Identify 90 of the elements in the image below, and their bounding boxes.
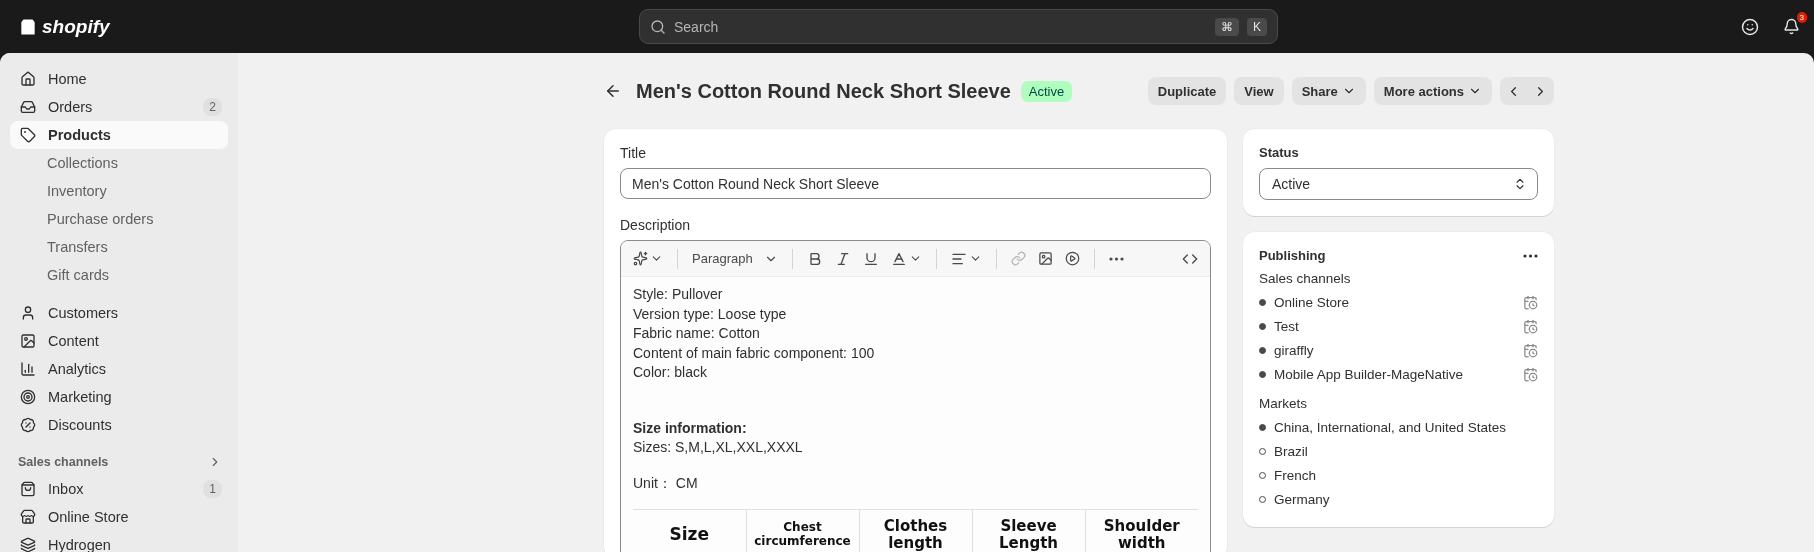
nav-subitem[interactable]: Purchase orders	[10, 205, 228, 233]
nav-item[interactable]: Discounts	[10, 411, 228, 439]
action-button[interactable]: More actions	[1373, 77, 1492, 105]
page-title: Men's Cotton Round Neck Short Sleeve	[636, 79, 1011, 103]
description-text: Sizes: S,M,L,XL,XXL,XXXL	[633, 438, 804, 457]
nav-item[interactable]: Content	[10, 327, 228, 355]
image-icon	[1038, 251, 1053, 266]
nav-item[interactable]: Home	[10, 65, 228, 93]
channel-icon	[20, 537, 36, 552]
channel-name: giraffly	[1274, 342, 1315, 358]
nav-item[interactable]: Inbox 1	[10, 475, 228, 503]
market-name: China, International, and United States	[1274, 419, 1507, 435]
market-name: Germany	[1274, 491, 1331, 507]
nav-item[interactable]: Marketing	[10, 383, 228, 411]
table-header: Size	[633, 509, 746, 552]
table-header: Clothes length	[859, 509, 972, 552]
field-label: Description	[620, 217, 692, 233]
notification-count: 3	[1796, 12, 1807, 23]
shortcut-key: K	[1247, 17, 1267, 36]
count-badge: 1	[203, 480, 222, 498]
nav-icon	[20, 417, 36, 433]
nav-icon	[20, 333, 36, 349]
schedule-icon[interactable]	[1523, 318, 1538, 334]
nav-icon	[20, 389, 36, 405]
nav-subitem[interactable]: Collections	[10, 149, 228, 177]
text-color-icon	[891, 250, 907, 267]
more-icon	[1109, 256, 1124, 261]
nav-item[interactable]: Orders 2	[10, 93, 228, 121]
section-heading: Size information:	[633, 418, 748, 438]
play-icon	[1065, 251, 1080, 266]
nav-subitem[interactable]: Inventory	[10, 177, 228, 205]
schedule-icon[interactable]	[1523, 366, 1538, 382]
nav-icon	[20, 361, 36, 377]
nav-icon	[20, 99, 36, 115]
search-field[interactable]: Search ⌘ K	[639, 9, 1278, 44]
link-icon	[1011, 251, 1026, 266]
table-header: Chest circumference	[746, 509, 859, 552]
card-title: Publishing	[1259, 248, 1326, 263]
nav-item[interactable]: Customers	[10, 299, 228, 327]
video-button[interactable]	[1063, 249, 1082, 268]
description-text: Color: black	[633, 363, 708, 382]
description-text: Fabric name: Cotton	[633, 324, 761, 343]
nav-subitem[interactable]: Gift cards	[10, 261, 228, 289]
shortcut-key: ⌘	[1215, 17, 1239, 36]
description-text: Content of main fabric component: 100	[633, 343, 876, 363]
market-name: French	[1274, 467, 1318, 483]
more-icon[interactable]	[1523, 253, 1538, 258]
nav-item[interactable]: Products	[10, 121, 228, 149]
title-input[interactable]: Men's Cotton Round Neck Short Sleeve	[620, 168, 1211, 199]
nav-item[interactable]: Analytics	[10, 355, 228, 383]
notifications-button[interactable]	[1783, 18, 1800, 35]
shopify-logo: shopify	[18, 15, 110, 38]
description-text: Unit： CM	[633, 473, 699, 493]
section-title: Sales channels	[18, 455, 109, 469]
table-header: Shoulder width	[1085, 509, 1198, 552]
italic-icon	[835, 250, 851, 267]
channel-icon	[20, 509, 36, 525]
nav-subitem[interactable]: Transfers	[10, 233, 228, 261]
action-button[interactable]: Duplicate	[1147, 77, 1227, 105]
paragraph-dropdown[interactable]: Paragraph	[690, 249, 780, 268]
count-badge: 2	[203, 98, 222, 116]
channel-icon	[20, 481, 36, 497]
field-label: Title	[620, 145, 647, 161]
nav-icon	[20, 305, 36, 321]
sparkle-icon	[633, 251, 648, 266]
underline-icon	[863, 250, 879, 267]
status-select[interactable]: Active	[1259, 168, 1538, 200]
subheading: Markets	[1259, 396, 1308, 411]
more-button[interactable]	[1107, 254, 1126, 263]
market-name: Brazil	[1274, 443, 1309, 459]
channel-name: Online Store	[1274, 294, 1351, 310]
schedule-icon[interactable]	[1523, 294, 1538, 310]
image-button[interactable]	[1036, 249, 1055, 268]
schedule-icon[interactable]	[1523, 342, 1538, 358]
face-icon[interactable]	[1741, 17, 1759, 36]
channel-name: Test	[1274, 318, 1300, 334]
bold-icon	[807, 250, 823, 267]
card-title: Status	[1259, 145, 1300, 160]
search-icon	[650, 18, 666, 35]
action-button[interactable]: View	[1234, 77, 1284, 105]
channel-name: Mobile App Builder-MageNative	[1274, 366, 1465, 382]
action-button[interactable]: Share	[1291, 77, 1366, 105]
subheading: Sales channels	[1259, 271, 1352, 286]
nav-item[interactable]: Online Store	[10, 503, 228, 531]
nav-icon	[20, 71, 36, 87]
table-header: Sleeve Length	[972, 509, 1085, 552]
description-text: Version type: Loose type	[633, 304, 788, 324]
description-text: Style: Pullover	[633, 285, 724, 304]
status-badge: Active	[1020, 80, 1073, 102]
nav-icon	[20, 127, 36, 143]
